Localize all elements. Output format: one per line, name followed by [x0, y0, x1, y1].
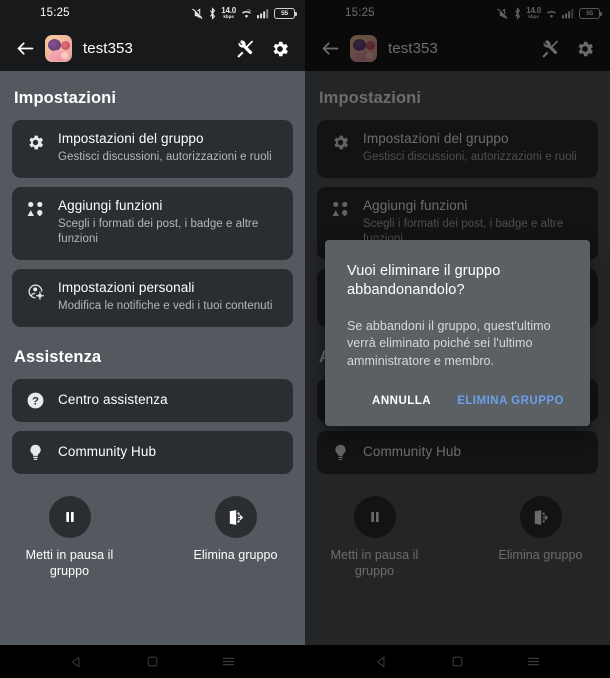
bluetooth-icon — [513, 6, 522, 20]
bluetooth-icon — [208, 6, 217, 20]
pause-icon — [353, 496, 396, 539]
card-title: Community Hub — [58, 444, 157, 460]
confirm-delete-button[interactable]: ELIMINA GRUPPO — [453, 390, 568, 412]
people-shapes-icon — [329, 198, 351, 219]
status-bar: 15:25 14.0 kbps 55 — [0, 0, 305, 26]
app-bar-actions — [540, 38, 600, 60]
status-bar-icons: 14.0 kbps 55 — [191, 5, 297, 20]
card-title: Community Hub — [363, 444, 462, 460]
app-bar-actions — [235, 38, 295, 60]
gear-icon — [24, 131, 46, 152]
assistance-section-heading: Assistenza — [14, 348, 102, 367]
status-bar-clock: 15:25 — [345, 7, 375, 19]
action-delete-group: Elimina gruppo — [489, 496, 593, 579]
card-title: Aggiungi funzioni — [363, 197, 468, 213]
tools-icon[interactable] — [235, 38, 257, 60]
gear-icon[interactable] — [269, 38, 291, 60]
network-speed-indicator: 14.0 kbps — [526, 5, 541, 19]
action-label: Elimina gruppo — [498, 548, 583, 563]
nav-bar — [305, 645, 610, 678]
settings-content: Impostazioni Impostazioni del gruppo Ges… — [0, 71, 305, 645]
group-avatar[interactable] — [45, 35, 72, 62]
wifi-icon — [545, 8, 558, 19]
exit-door-icon — [214, 496, 257, 539]
app-bar: test353 — [0, 26, 305, 71]
nav-back-icon[interactable] — [368, 649, 394, 675]
nav-bar — [0, 645, 305, 678]
settings-card-add-features[interactable]: Aggiungi funzioni Scegli i formati dei p… — [12, 186, 293, 261]
people-shapes-icon — [24, 198, 46, 219]
nav-back-icon[interactable] — [63, 649, 89, 675]
signal-icon — [562, 8, 575, 19]
dialog-body: Se abbandoni il gruppo, quest'ultimo ver… — [347, 318, 551, 369]
pause-icon — [48, 496, 91, 539]
app-bar: test353 — [305, 26, 610, 71]
wifi-icon — [240, 8, 253, 19]
group-title: test353 — [83, 40, 133, 57]
delete-group-dialog: Vuoi eliminare il gruppo abbandonandolo?… — [325, 240, 590, 426]
signal-icon — [257, 8, 270, 19]
mute-icon — [496, 7, 509, 20]
card-title: Impostazioni personali — [58, 280, 195, 296]
svg-text:?: ? — [32, 396, 39, 408]
dialog-title: Vuoi eliminare il gruppo abbandonandolo? — [347, 263, 501, 299]
card-subtitle: Gestisci discussioni, autorizzazioni e r… — [58, 150, 272, 163]
nav-home-icon[interactable] — [139, 649, 165, 675]
assistance-card-community-hub: Community Hub — [317, 431, 598, 475]
card-title: Impostazioni del gruppo — [363, 131, 509, 146]
settings-section-heading: Impostazioni — [14, 89, 117, 107]
gear-icon — [329, 131, 351, 152]
person-gear-icon — [24, 280, 46, 301]
action-delete-group[interactable]: Elimina gruppo — [184, 496, 288, 579]
status-bar: 15:25 14.0 kbps 55 — [305, 0, 610, 26]
card-title: Aggiungi funzioni — [58, 197, 163, 213]
card-title: Impostazioni del gruppo — [58, 131, 204, 146]
action-label: Elimina gruppo — [193, 548, 278, 563]
settings-section-heading: Impostazioni — [319, 89, 422, 107]
bottom-actions: Metti in pausa il gruppo Elimina gruppo — [317, 496, 598, 579]
group-title: test353 — [388, 40, 438, 57]
status-bar-clock: 15:25 — [40, 7, 70, 19]
dialog-buttons: ANNULLA ELIMINA GRUPPO — [347, 390, 568, 416]
action-label: Metti in pausa il gruppo — [330, 548, 419, 579]
mute-icon — [191, 7, 204, 20]
action-pause-group[interactable]: Metti in pausa il gruppo — [18, 496, 122, 579]
settings-card-group-settings: Impostazioni del gruppo Gestisci discuss… — [317, 120, 598, 178]
group-avatar[interactable] — [350, 35, 377, 62]
lightbulb-icon — [24, 443, 46, 462]
tools-icon[interactable] — [540, 38, 562, 60]
back-arrow-icon[interactable] — [12, 36, 38, 62]
battery-icon: 55 — [579, 7, 602, 19]
settings-card-personal-settings[interactable]: Impostazioni personali Modifica le notif… — [12, 269, 293, 328]
lightbulb-icon — [329, 443, 351, 462]
card-subtitle: Gestisci discussioni, autorizzazioni e r… — [363, 150, 577, 163]
battery-icon: 55 — [274, 7, 297, 19]
nav-recents-icon[interactable] — [521, 649, 547, 675]
cancel-button[interactable]: ANNULLA — [368, 390, 435, 412]
phone-screen-left: 15:25 14.0 kbps 55 test353 Impostazioni … — [0, 0, 305, 678]
card-subtitle: Modifica le notifiche e vedi i tuoi cont… — [58, 300, 273, 313]
card-subtitle: Scegli i formati dei post, i badge e alt… — [58, 217, 259, 246]
assistance-card-help-center[interactable]: ? Centro assistenza — [12, 379, 293, 423]
assistance-card-community-hub[interactable]: Community Hub — [12, 431, 293, 475]
bottom-actions: Metti in pausa il gruppo Elimina gruppo — [12, 496, 293, 579]
exit-door-icon — [519, 496, 562, 539]
action-label: Metti in pausa il gruppo — [25, 548, 114, 579]
status-bar-icons: 14.0 kbps 55 — [496, 5, 602, 20]
question-circle-icon: ? — [24, 391, 46, 410]
phone-screen-right: 15:25 14.0 kbps 55 test353 Impostazioni … — [305, 0, 610, 678]
nav-recents-icon[interactable] — [216, 649, 242, 675]
dual-screenshot: 15:25 14.0 kbps 55 test353 Impostazioni … — [0, 0, 610, 678]
card-title: Centro assistenza — [58, 392, 168, 408]
action-pause-group: Metti in pausa il gruppo — [323, 496, 427, 579]
settings-card-group-settings[interactable]: Impostazioni del gruppo Gestisci discuss… — [12, 120, 293, 178]
gear-icon[interactable] — [574, 38, 596, 60]
back-arrow-icon[interactable] — [317, 36, 343, 62]
nav-home-icon[interactable] — [444, 649, 470, 675]
network-speed-indicator: 14.0 kbps — [221, 5, 236, 19]
